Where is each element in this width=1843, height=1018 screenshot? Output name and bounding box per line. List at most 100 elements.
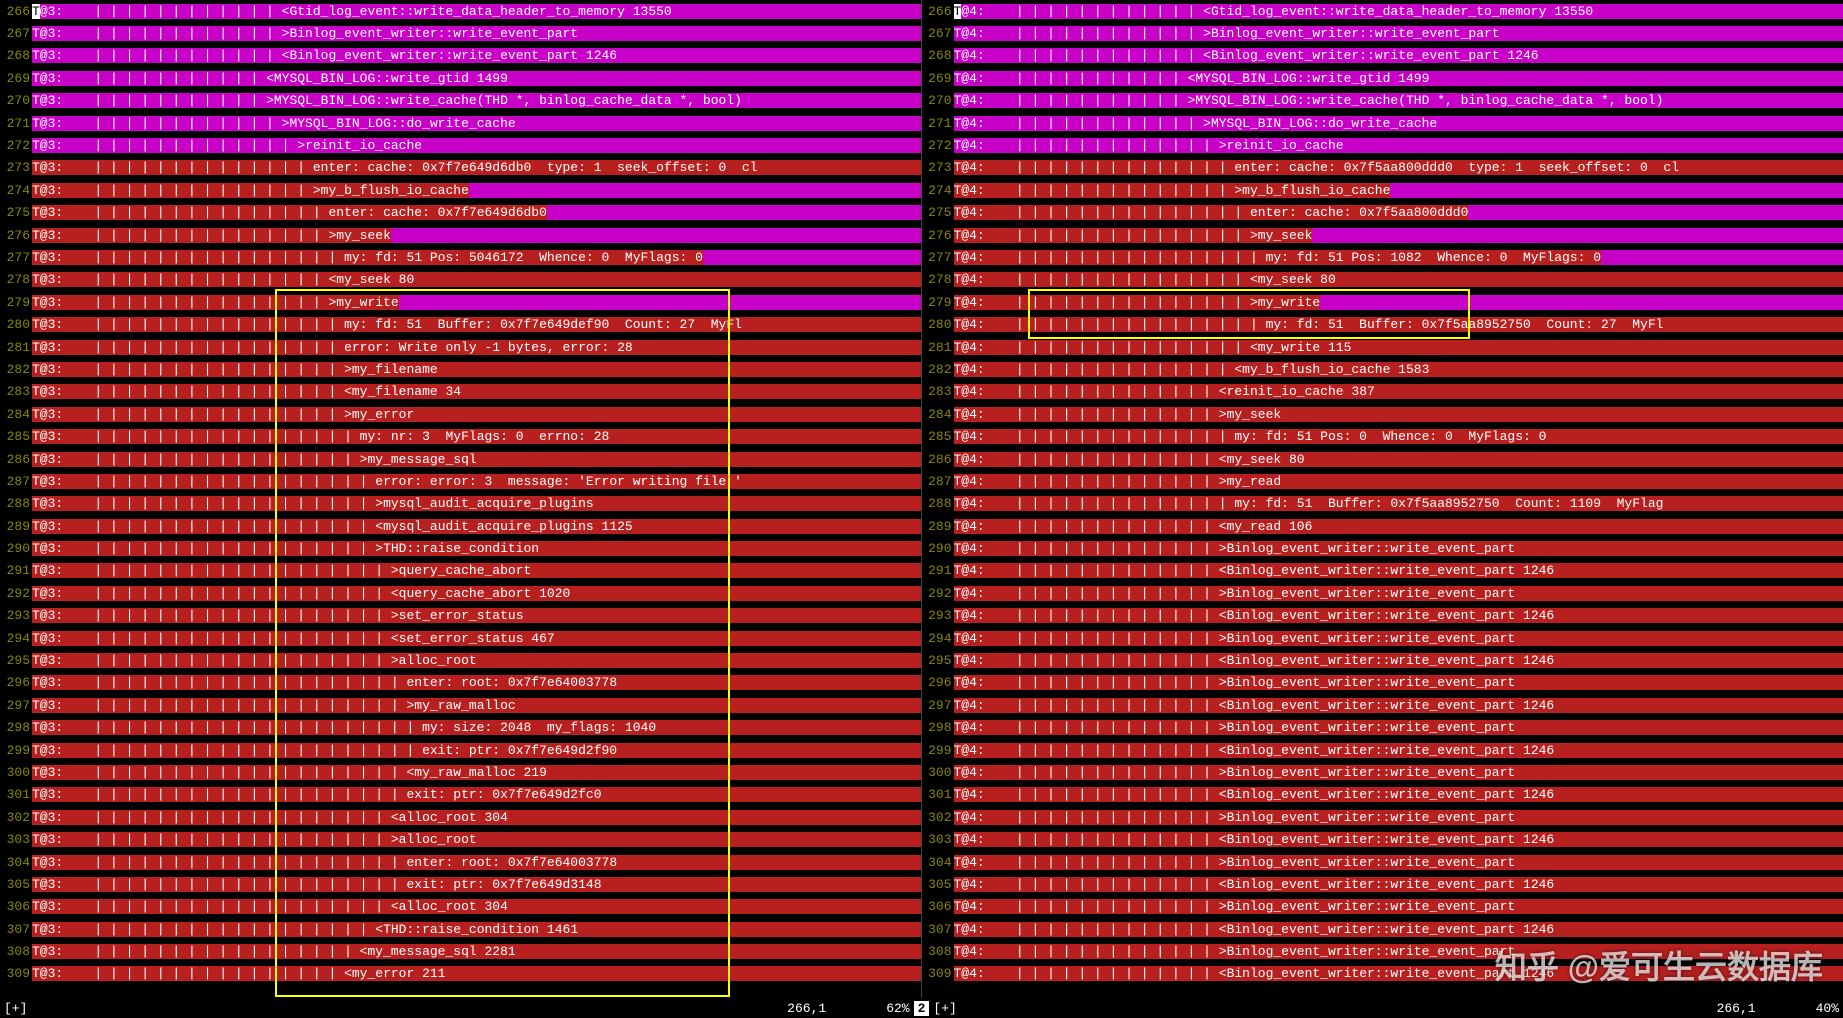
code-line[interactable]: 298T@3: | | | | | | | | | | | | | | | | … <box>0 717 921 739</box>
code-line[interactable]: 284T@3: | | | | | | | | | | | | | | | | … <box>0 403 921 425</box>
code-line[interactable]: 282T@4: | | | | | | | | | | | | | | <my_… <box>922 358 1843 380</box>
code-line[interactable]: 281T@3: | | | | | | | | | | | | | | | | … <box>0 336 921 358</box>
code-line[interactable]: 266T@3: | | | | | | | | | | | | <Gtid_lo… <box>0 0 921 22</box>
code-line[interactable]: 295T@4: | | | | | | | | | | | | | <Binlo… <box>922 649 1843 671</box>
code-line[interactable]: 297T@3: | | | | | | | | | | | | | | | | … <box>0 694 921 716</box>
code-line[interactable]: 299T@4: | | | | | | | | | | | | | <Binlo… <box>922 739 1843 761</box>
code-line[interactable]: 308T@4: | | | | | | | | | | | | | >Binlo… <box>922 940 1843 962</box>
code-line[interactable]: 288T@3: | | | | | | | | | | | | | | | | … <box>0 493 921 515</box>
code-line[interactable]: 283T@3: | | | | | | | | | | | | | | | | … <box>0 381 921 403</box>
code-line[interactable]: 285T@4: | | | | | | | | | | | | | | my: … <box>922 425 1843 447</box>
code-line[interactable]: 271T@4: | | | | | | | | | | | | >MYSQL_B… <box>922 112 1843 134</box>
code-line[interactable]: 306T@3: | | | | | | | | | | | | | | | | … <box>0 896 921 918</box>
code-line[interactable]: 275T@3: | | | | | | | | | | | | | | | en… <box>0 202 921 224</box>
code-line[interactable]: 289T@4: | | | | | | | | | | | | | <my_re… <box>922 515 1843 537</box>
code-line[interactable]: 281T@4: | | | | | | | | | | | | | | | <m… <box>922 336 1843 358</box>
code-line[interactable]: 282T@3: | | | | | | | | | | | | | | | | … <box>0 358 921 380</box>
code-line[interactable]: 296T@3: | | | | | | | | | | | | | | | | … <box>0 672 921 694</box>
code-line[interactable]: 301T@3: | | | | | | | | | | | | | | | | … <box>0 784 921 806</box>
line-number: 272 <box>0 138 32 153</box>
right-pane[interactable]: 266T@4: | | | | | | | | | | | | <Gtid_lo… <box>922 0 1843 998</box>
code-line[interactable]: 274T@3: | | | | | | | | | | | | | | >my_… <box>0 179 921 201</box>
code-line[interactable]: 302T@4: | | | | | | | | | | | | | >Binlo… <box>922 806 1843 828</box>
code-line[interactable]: 291T@4: | | | | | | | | | | | | | <Binlo… <box>922 560 1843 582</box>
code-line[interactable]: 266T@4: | | | | | | | | | | | | <Gtid_lo… <box>922 0 1843 22</box>
code-line[interactable]: 269T@4: | | | | | | | | | | | <MYSQL_BIN… <box>922 67 1843 89</box>
code-line[interactable]: 269T@3: | | | | | | | | | | | <MYSQL_BIN… <box>0 67 921 89</box>
code-line[interactable]: 280T@3: | | | | | | | | | | | | | | | | … <box>0 313 921 335</box>
code-line[interactable]: 272T@4: | | | | | | | | | | | | | >reini… <box>922 134 1843 156</box>
code-line[interactable]: 309T@4: | | | | | | | | | | | | | <Binlo… <box>922 963 1843 985</box>
line-number: 303 <box>922 832 954 847</box>
code-line[interactable]: 278T@4: | | | | | | | | | | | | | | | <m… <box>922 269 1843 291</box>
code-line[interactable]: 270T@3: | | | | | | | | | | | >MYSQL_BIN… <box>0 90 921 112</box>
code-line[interactable]: 309T@3: | | | | | | | | | | | | | | | | … <box>0 963 921 985</box>
code-line[interactable]: 268T@4: | | | | | | | | | | | | <Binlog_… <box>922 45 1843 67</box>
line-number: 270 <box>922 93 954 108</box>
code-line[interactable]: 307T@4: | | | | | | | | | | | | | <Binlo… <box>922 918 1843 940</box>
code-line[interactable]: 302T@3: | | | | | | | | | | | | | | | | … <box>0 806 921 828</box>
code-line[interactable]: 268T@3: | | | | | | | | | | | | <Binlog_… <box>0 45 921 67</box>
code-line[interactable]: 296T@4: | | | | | | | | | | | | | >Binlo… <box>922 672 1843 694</box>
line-number: 288 <box>0 496 32 511</box>
code-line[interactable]: 294T@3: | | | | | | | | | | | | | | | | … <box>0 627 921 649</box>
code-line[interactable]: 293T@3: | | | | | | | | | | | | | | | | … <box>0 605 921 627</box>
code-line[interactable]: 305T@4: | | | | | | | | | | | | | <Binlo… <box>922 873 1843 895</box>
code-line[interactable]: 297T@4: | | | | | | | | | | | | | <Binlo… <box>922 694 1843 716</box>
code-line[interactable]: 294T@4: | | | | | | | | | | | | | >Binlo… <box>922 627 1843 649</box>
code-line[interactable]: 295T@3: | | | | | | | | | | | | | | | | … <box>0 649 921 671</box>
line-number: 298 <box>0 720 32 735</box>
code-line[interactable]: 303T@3: | | | | | | | | | | | | | | | | … <box>0 828 921 850</box>
code-line[interactable]: 280T@4: | | | | | | | | | | | | | | | | … <box>922 313 1843 335</box>
line-number: 295 <box>922 653 954 668</box>
code-line[interactable]: 273T@4: | | | | | | | | | | | | | | ente… <box>922 157 1843 179</box>
code-line[interactable]: 284T@4: | | | | | | | | | | | | | >my_se… <box>922 403 1843 425</box>
code-line[interactable]: 290T@3: | | | | | | | | | | | | | | | | … <box>0 537 921 559</box>
code-line[interactable]: 305T@3: | | | | | | | | | | | | | | | | … <box>0 873 921 895</box>
code-line[interactable]: 293T@4: | | | | | | | | | | | | | <Binlo… <box>922 605 1843 627</box>
code-line[interactable]: 298T@4: | | | | | | | | | | | | | >Binlo… <box>922 717 1843 739</box>
code-line[interactable]: 291T@3: | | | | | | | | | | | | | | | | … <box>0 560 921 582</box>
code-line[interactable]: 270T@4: | | | | | | | | | | | >MYSQL_BIN… <box>922 90 1843 112</box>
line-number: 273 <box>922 160 954 175</box>
code-line[interactable]: 277T@3: | | | | | | | | | | | | | | | | … <box>0 246 921 268</box>
code-line[interactable]: 285T@3: | | | | | | | | | | | | | | | | … <box>0 425 921 447</box>
code-line[interactable]: 304T@4: | | | | | | | | | | | | | >Binlo… <box>922 851 1843 873</box>
code-line[interactable]: 304T@3: | | | | | | | | | | | | | | | | … <box>0 851 921 873</box>
code-line[interactable]: 275T@4: | | | | | | | | | | | | | | | en… <box>922 202 1843 224</box>
code-line[interactable]: 286T@3: | | | | | | | | | | | | | | | | … <box>0 448 921 470</box>
code-line[interactable]: 292T@3: | | | | | | | | | | | | | | | | … <box>0 582 921 604</box>
code-line[interactable]: 286T@4: | | | | | | | | | | | | | <my_se… <box>922 448 1843 470</box>
code-line[interactable]: 283T@4: | | | | | | | | | | | | | <reini… <box>922 381 1843 403</box>
code-line[interactable]: 288T@4: | | | | | | | | | | | | | | my: … <box>922 493 1843 515</box>
code-line[interactable]: 306T@4: | | | | | | | | | | | | | >Binlo… <box>922 896 1843 918</box>
code-line[interactable]: 287T@4: | | | | | | | | | | | | | >my_re… <box>922 470 1843 492</box>
code-line[interactable]: 307T@3: | | | | | | | | | | | | | | | | … <box>0 918 921 940</box>
code-line[interactable]: 267T@3: | | | | | | | | | | | | >Binlog_… <box>0 22 921 44</box>
code-line[interactable]: 276T@4: | | | | | | | | | | | | | | | >m… <box>922 224 1843 246</box>
code-line[interactable]: 272T@3: | | | | | | | | | | | | | >reini… <box>0 134 921 156</box>
line-content: T@4: | | | | | | | | | | | <MYSQL_BIN_LO… <box>954 71 1843 86</box>
code-line[interactable]: 292T@4: | | | | | | | | | | | | | >Binlo… <box>922 582 1843 604</box>
code-line[interactable]: 279T@3: | | | | | | | | | | | | | | | >m… <box>0 291 921 313</box>
code-line[interactable]: 273T@3: | | | | | | | | | | | | | | ente… <box>0 157 921 179</box>
code-line[interactable]: 276T@3: | | | | | | | | | | | | | | | >m… <box>0 224 921 246</box>
code-line[interactable]: 287T@3: | | | | | | | | | | | | | | | | … <box>0 470 921 492</box>
line-number: 294 <box>922 631 954 646</box>
code-line[interactable]: 278T@3: | | | | | | | | | | | | | | | <m… <box>0 269 921 291</box>
code-line[interactable]: 277T@4: | | | | | | | | | | | | | | | | … <box>922 246 1843 268</box>
code-line[interactable]: 267T@4: | | | | | | | | | | | | >Binlog_… <box>922 22 1843 44</box>
line-content: T@4: | | | | | | | | | | | | | >my_read <box>954 474 1843 489</box>
code-line[interactable]: 303T@4: | | | | | | | | | | | | | <Binlo… <box>922 828 1843 850</box>
code-line[interactable]: 289T@3: | | | | | | | | | | | | | | | | … <box>0 515 921 537</box>
code-line[interactable]: 300T@4: | | | | | | | | | | | | | >Binlo… <box>922 761 1843 783</box>
code-line[interactable]: 308T@3: | | | | | | | | | | | | | | | | … <box>0 940 921 962</box>
code-line[interactable]: 274T@4: | | | | | | | | | | | | | | >my_… <box>922 179 1843 201</box>
code-line[interactable]: 290T@4: | | | | | | | | | | | | | >Binlo… <box>922 537 1843 559</box>
code-line[interactable]: 271T@3: | | | | | | | | | | | | >MYSQL_B… <box>0 112 921 134</box>
left-pane[interactable]: 266T@3: | | | | | | | | | | | | <Gtid_lo… <box>0 0 922 998</box>
code-line[interactable]: 300T@3: | | | | | | | | | | | | | | | | … <box>0 761 921 783</box>
code-line[interactable]: 299T@3: | | | | | | | | | | | | | | | | … <box>0 739 921 761</box>
code-line[interactable]: 301T@4: | | | | | | | | | | | | | <Binlo… <box>922 784 1843 806</box>
code-line[interactable]: 279T@4: | | | | | | | | | | | | | | | >m… <box>922 291 1843 313</box>
